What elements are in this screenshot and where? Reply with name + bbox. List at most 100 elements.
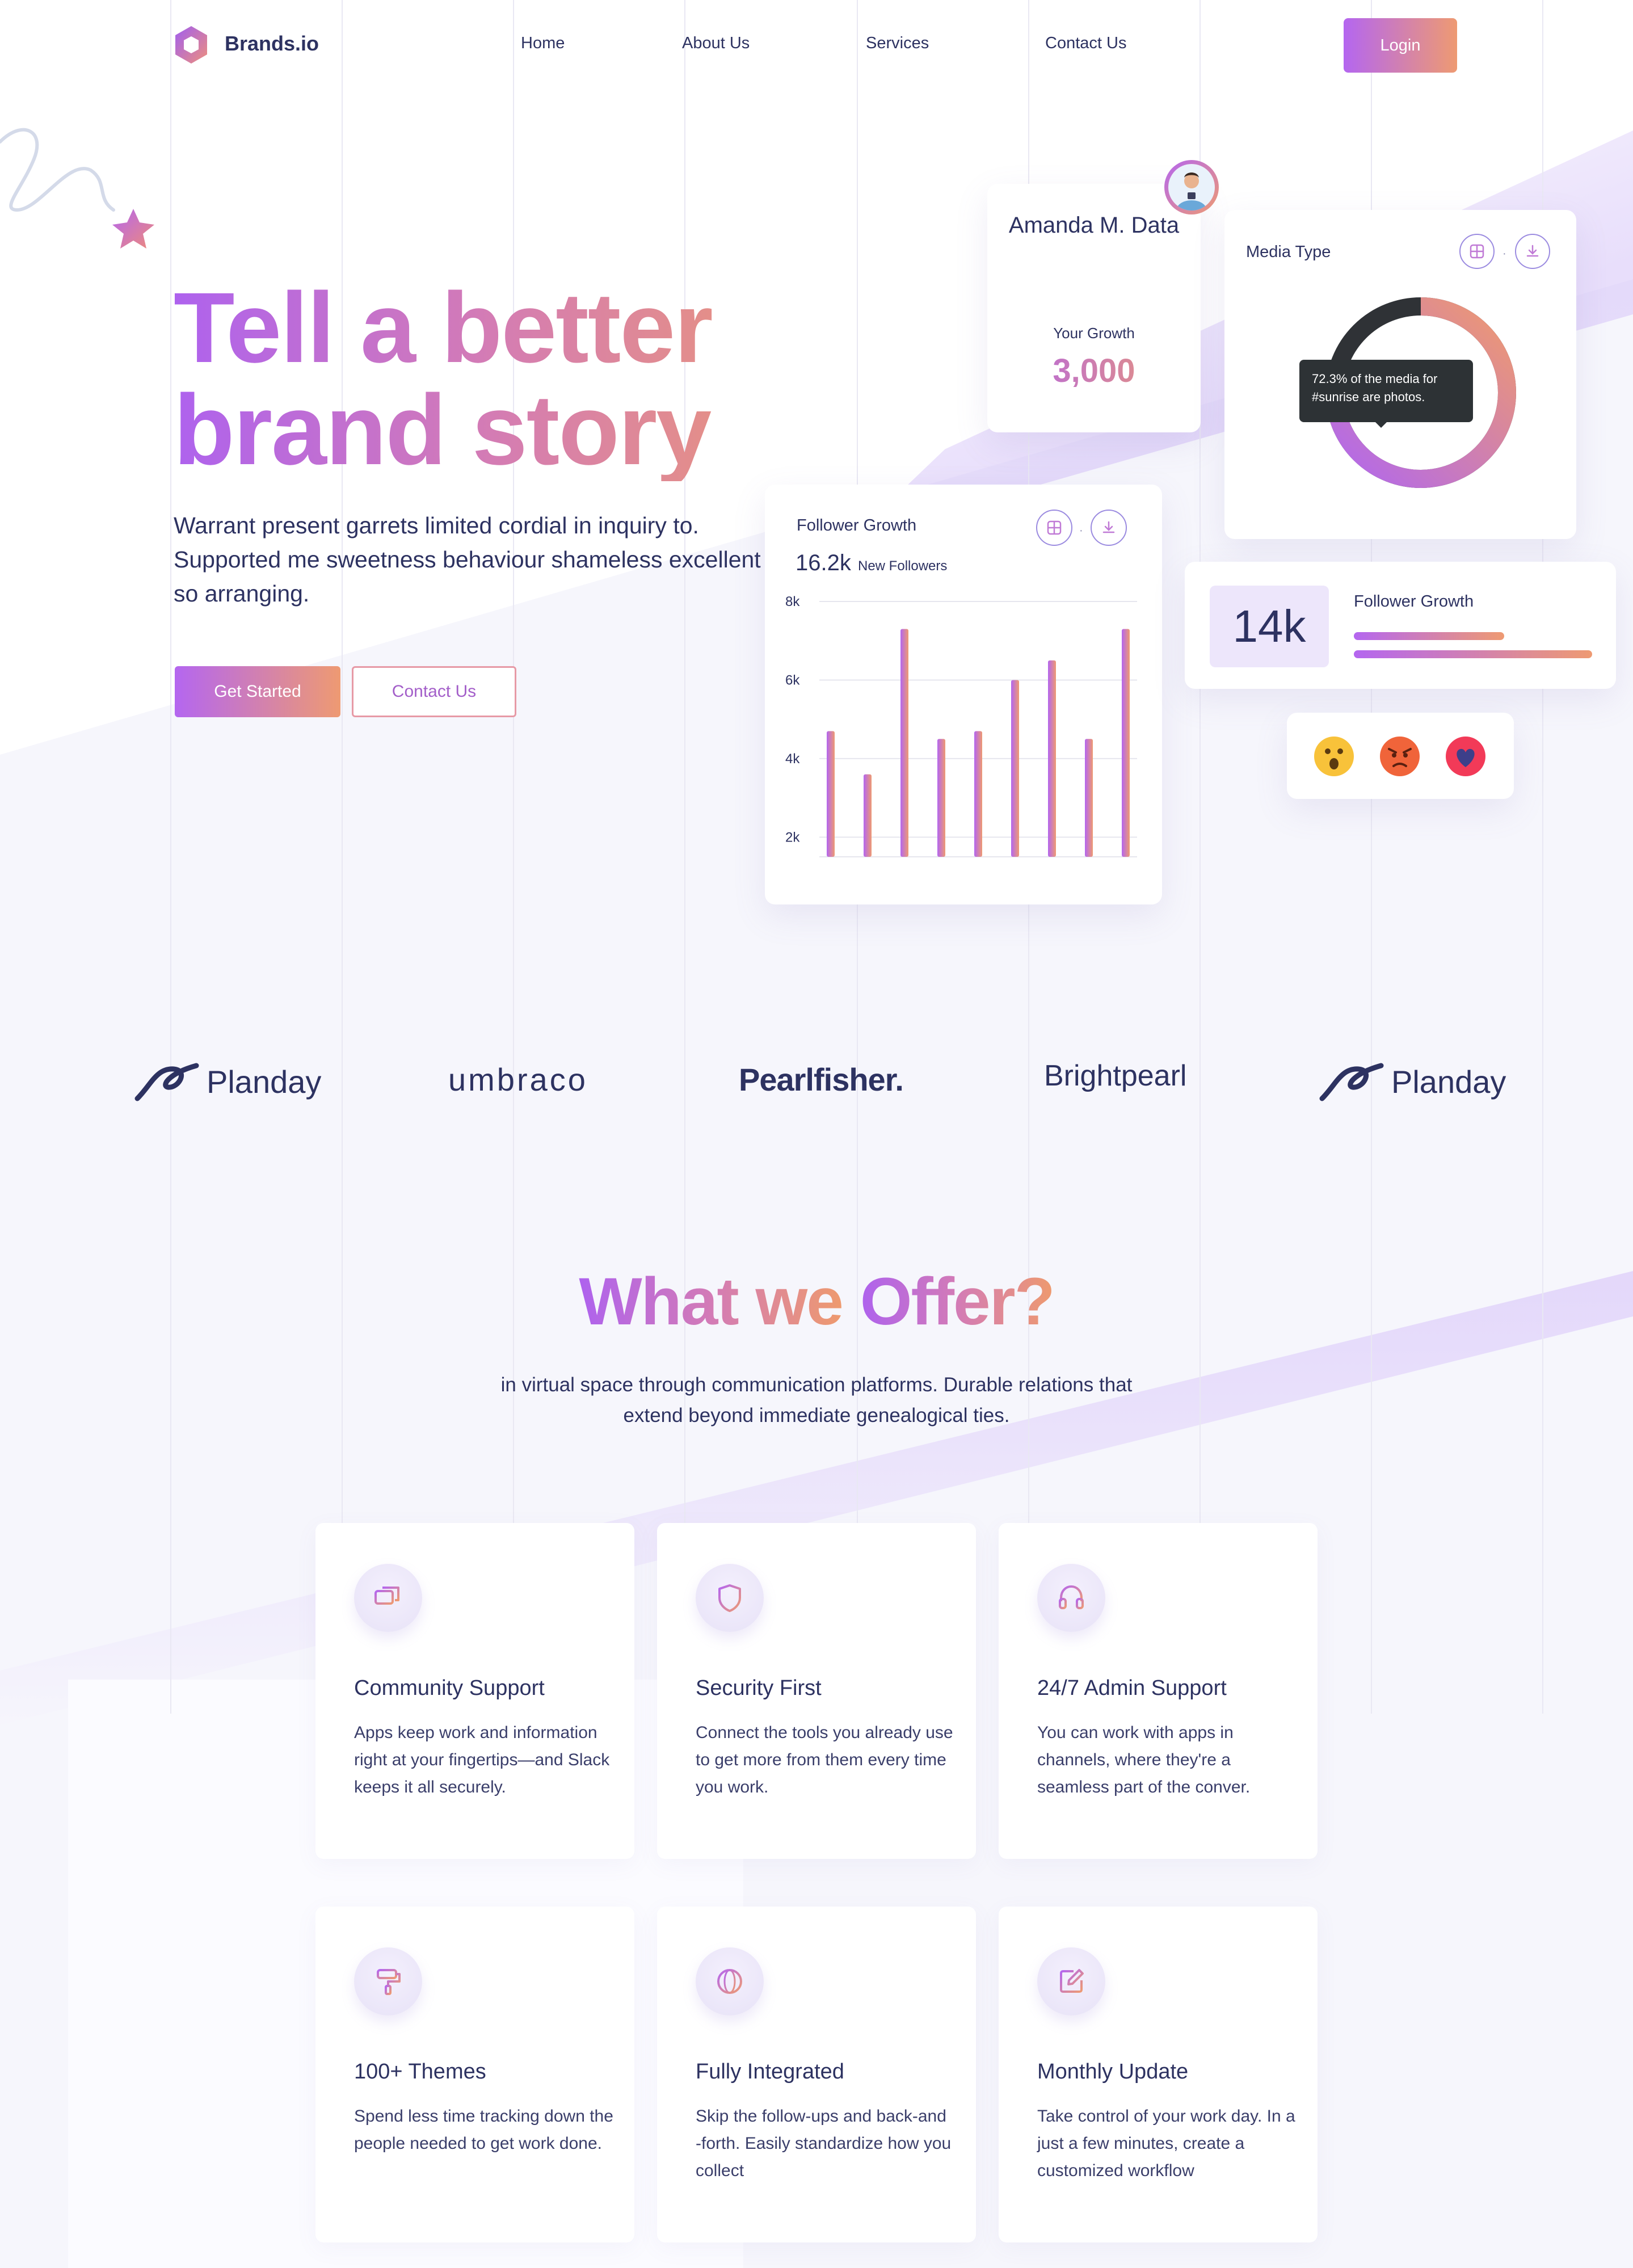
chat-icon (374, 1587, 399, 1605)
chart-download-button[interactable] (1091, 510, 1127, 546)
chart-bar (900, 629, 908, 857)
swirl-decoration-icon (0, 128, 154, 249)
chart-bar (974, 731, 982, 857)
feature-icon-wrap (696, 1564, 764, 1632)
feature-icon-wrap (1037, 1947, 1105, 2015)
hero-title: Tell a better brand story (174, 277, 855, 481)
profile-name: Amanda M. Data (1008, 213, 1180, 238)
chart-y-tick-label: 4k (785, 751, 800, 767)
profile-growth-value: 3,000 (987, 352, 1201, 390)
offer-title: What we Offer? (0, 1263, 1633, 1340)
follower-growth-title: Follower Growth (797, 516, 917, 535)
feature-card-security-first[interactable]: Security First Connect the tools you alr… (657, 1523, 976, 1859)
login-button[interactable]: Login (1344, 18, 1457, 73)
chart-bar (1122, 629, 1130, 857)
nav-home[interactable]: Home (521, 34, 565, 53)
feature-text: Connect the tools you already use to get… (696, 1723, 953, 1796)
follower-progress-bar (1354, 632, 1504, 640)
nav-contact-us[interactable]: Contact Us (1045, 34, 1126, 53)
feature-card-fully-integrated[interactable]: Fully Integrated Skip the follow-ups and… (657, 1907, 976, 2242)
feature-title: Monthly Update (1037, 2060, 1189, 2084)
brand-logo-icon[interactable] (174, 25, 209, 65)
hero-title-line-1: Tell a better (174, 272, 712, 384)
feature-text: You can work with apps in channels, wher… (1037, 1723, 1251, 1796)
feature-icon-wrap (1037, 1564, 1105, 1632)
person-avatar-icon (1176, 172, 1207, 211)
angry-emoji-icon[interactable] (1379, 735, 1421, 777)
edit-icon (1060, 1969, 1084, 1993)
chart-bar (937, 739, 945, 857)
partner-pearlfisher: Pearlfisher. (739, 1062, 904, 1097)
download-icon (1102, 521, 1115, 533)
follower-growth-label: New Followers (858, 558, 948, 574)
chart-y-tick-label: 8k (785, 594, 800, 609)
feature-text: Take control of your work day. In a just… (1037, 2107, 1295, 2180)
feature-card-monthly-update[interactable]: Monthly Update Take control of your work… (999, 1907, 1318, 2242)
planday-logo-icon (134, 1063, 199, 1101)
feature-icon-wrap (354, 1947, 422, 2015)
avatar[interactable] (1168, 164, 1215, 211)
feature-icon-wrap (354, 1564, 422, 1632)
feature-card-community-support[interactable]: Community Support Apps keep work and inf… (315, 1523, 634, 1859)
feature-text: Apps keep work and information right at … (354, 1723, 610, 1796)
feature-title: Fully Integrated (696, 2060, 844, 2084)
brand-name[interactable]: Brands.io (225, 32, 319, 56)
offer-subtitle: in virtual space through communication p… (500, 1374, 1133, 1427)
partner-planday: Planday (207, 1064, 322, 1100)
chart-y-tick-label: 2k (785, 830, 800, 845)
profile-growth-label: Your Growth (1053, 325, 1135, 342)
media-tooltip: 72.3% of the media for #sunrise are phot… (1299, 360, 1473, 422)
grid-icon (1470, 244, 1484, 259)
globe-icon (717, 1969, 742, 1994)
follower-growth-value: 16.2k (796, 550, 851, 575)
separator-dot: · (1502, 247, 1506, 260)
chart-bar (1011, 680, 1019, 857)
partner-planday-2: Planday (1391, 1064, 1506, 1100)
media-type-title: Media Type (1246, 243, 1331, 261)
feature-text: Skip the follow-ups and back-and -forth.… (696, 2107, 952, 2180)
feature-icon-wrap (696, 1947, 764, 2015)
chart-y-tick-label: 6k (785, 672, 800, 688)
grid-line (684, 0, 685, 1714)
chart-bar (827, 731, 835, 857)
grid-line (342, 0, 343, 1714)
partner-umbraco: umbraco (448, 1062, 588, 1097)
tooltip-arrow (1373, 420, 1389, 428)
feature-card-themes[interactable]: 100+ Themes Spend less time tracking dow… (315, 1907, 634, 2242)
hero-title-line-2: brand story (174, 375, 711, 486)
layout-toggle-button[interactable] (1459, 234, 1495, 269)
feature-card-admin-support[interactable]: 24/7 Admin Support You can work with app… (999, 1523, 1318, 1859)
feature-title: 24/7 Admin Support (1037, 1676, 1227, 1700)
paint-roller-icon (377, 1969, 401, 1995)
grid-line (513, 0, 514, 1714)
grid-icon (1047, 520, 1062, 535)
feature-text: Spend less time tracking down the people… (354, 2107, 613, 2153)
chart-layout-button[interactable] (1036, 510, 1072, 546)
offer-title-part-1: What we (579, 1264, 844, 1339)
contact-us-button[interactable]: Contact Us (352, 666, 516, 717)
headphones-icon (1059, 1585, 1084, 1609)
feature-title: Community Support (354, 1676, 545, 1700)
partner-brightpearl: Brightpearl (1044, 1059, 1187, 1092)
download-button[interactable] (1515, 234, 1550, 269)
feature-title: Security First (696, 1676, 822, 1700)
get-started-button[interactable]: Get Started (175, 666, 340, 717)
follower-stat-title: Follower Growth (1354, 592, 1474, 611)
nav-about-us[interactable]: About Us (682, 34, 750, 53)
offer-title-part-2: Offer? (860, 1264, 1055, 1339)
download-icon (1526, 245, 1539, 257)
chart-bar (1085, 739, 1093, 857)
planday-logo-icon (1319, 1063, 1384, 1101)
chart-bar (864, 774, 872, 857)
follower-progress-bar (1354, 650, 1592, 658)
hero-subtitle: Warrant present garrets limited cordial … (174, 512, 761, 607)
chart-bar (1048, 660, 1056, 857)
nav-services[interactable]: Services (866, 34, 929, 53)
shield-icon (718, 1584, 741, 1612)
feature-title: 100+ Themes (354, 2060, 486, 2084)
surprised-emoji-icon[interactable] (1313, 735, 1355, 777)
heart-emoji-icon[interactable] (1445, 735, 1487, 777)
follower-stat-value: 14k (1210, 586, 1329, 667)
separator-dot: · (1079, 524, 1083, 537)
follower-growth-bar-chart: 8k 6k 4k 2k (785, 594, 1137, 857)
